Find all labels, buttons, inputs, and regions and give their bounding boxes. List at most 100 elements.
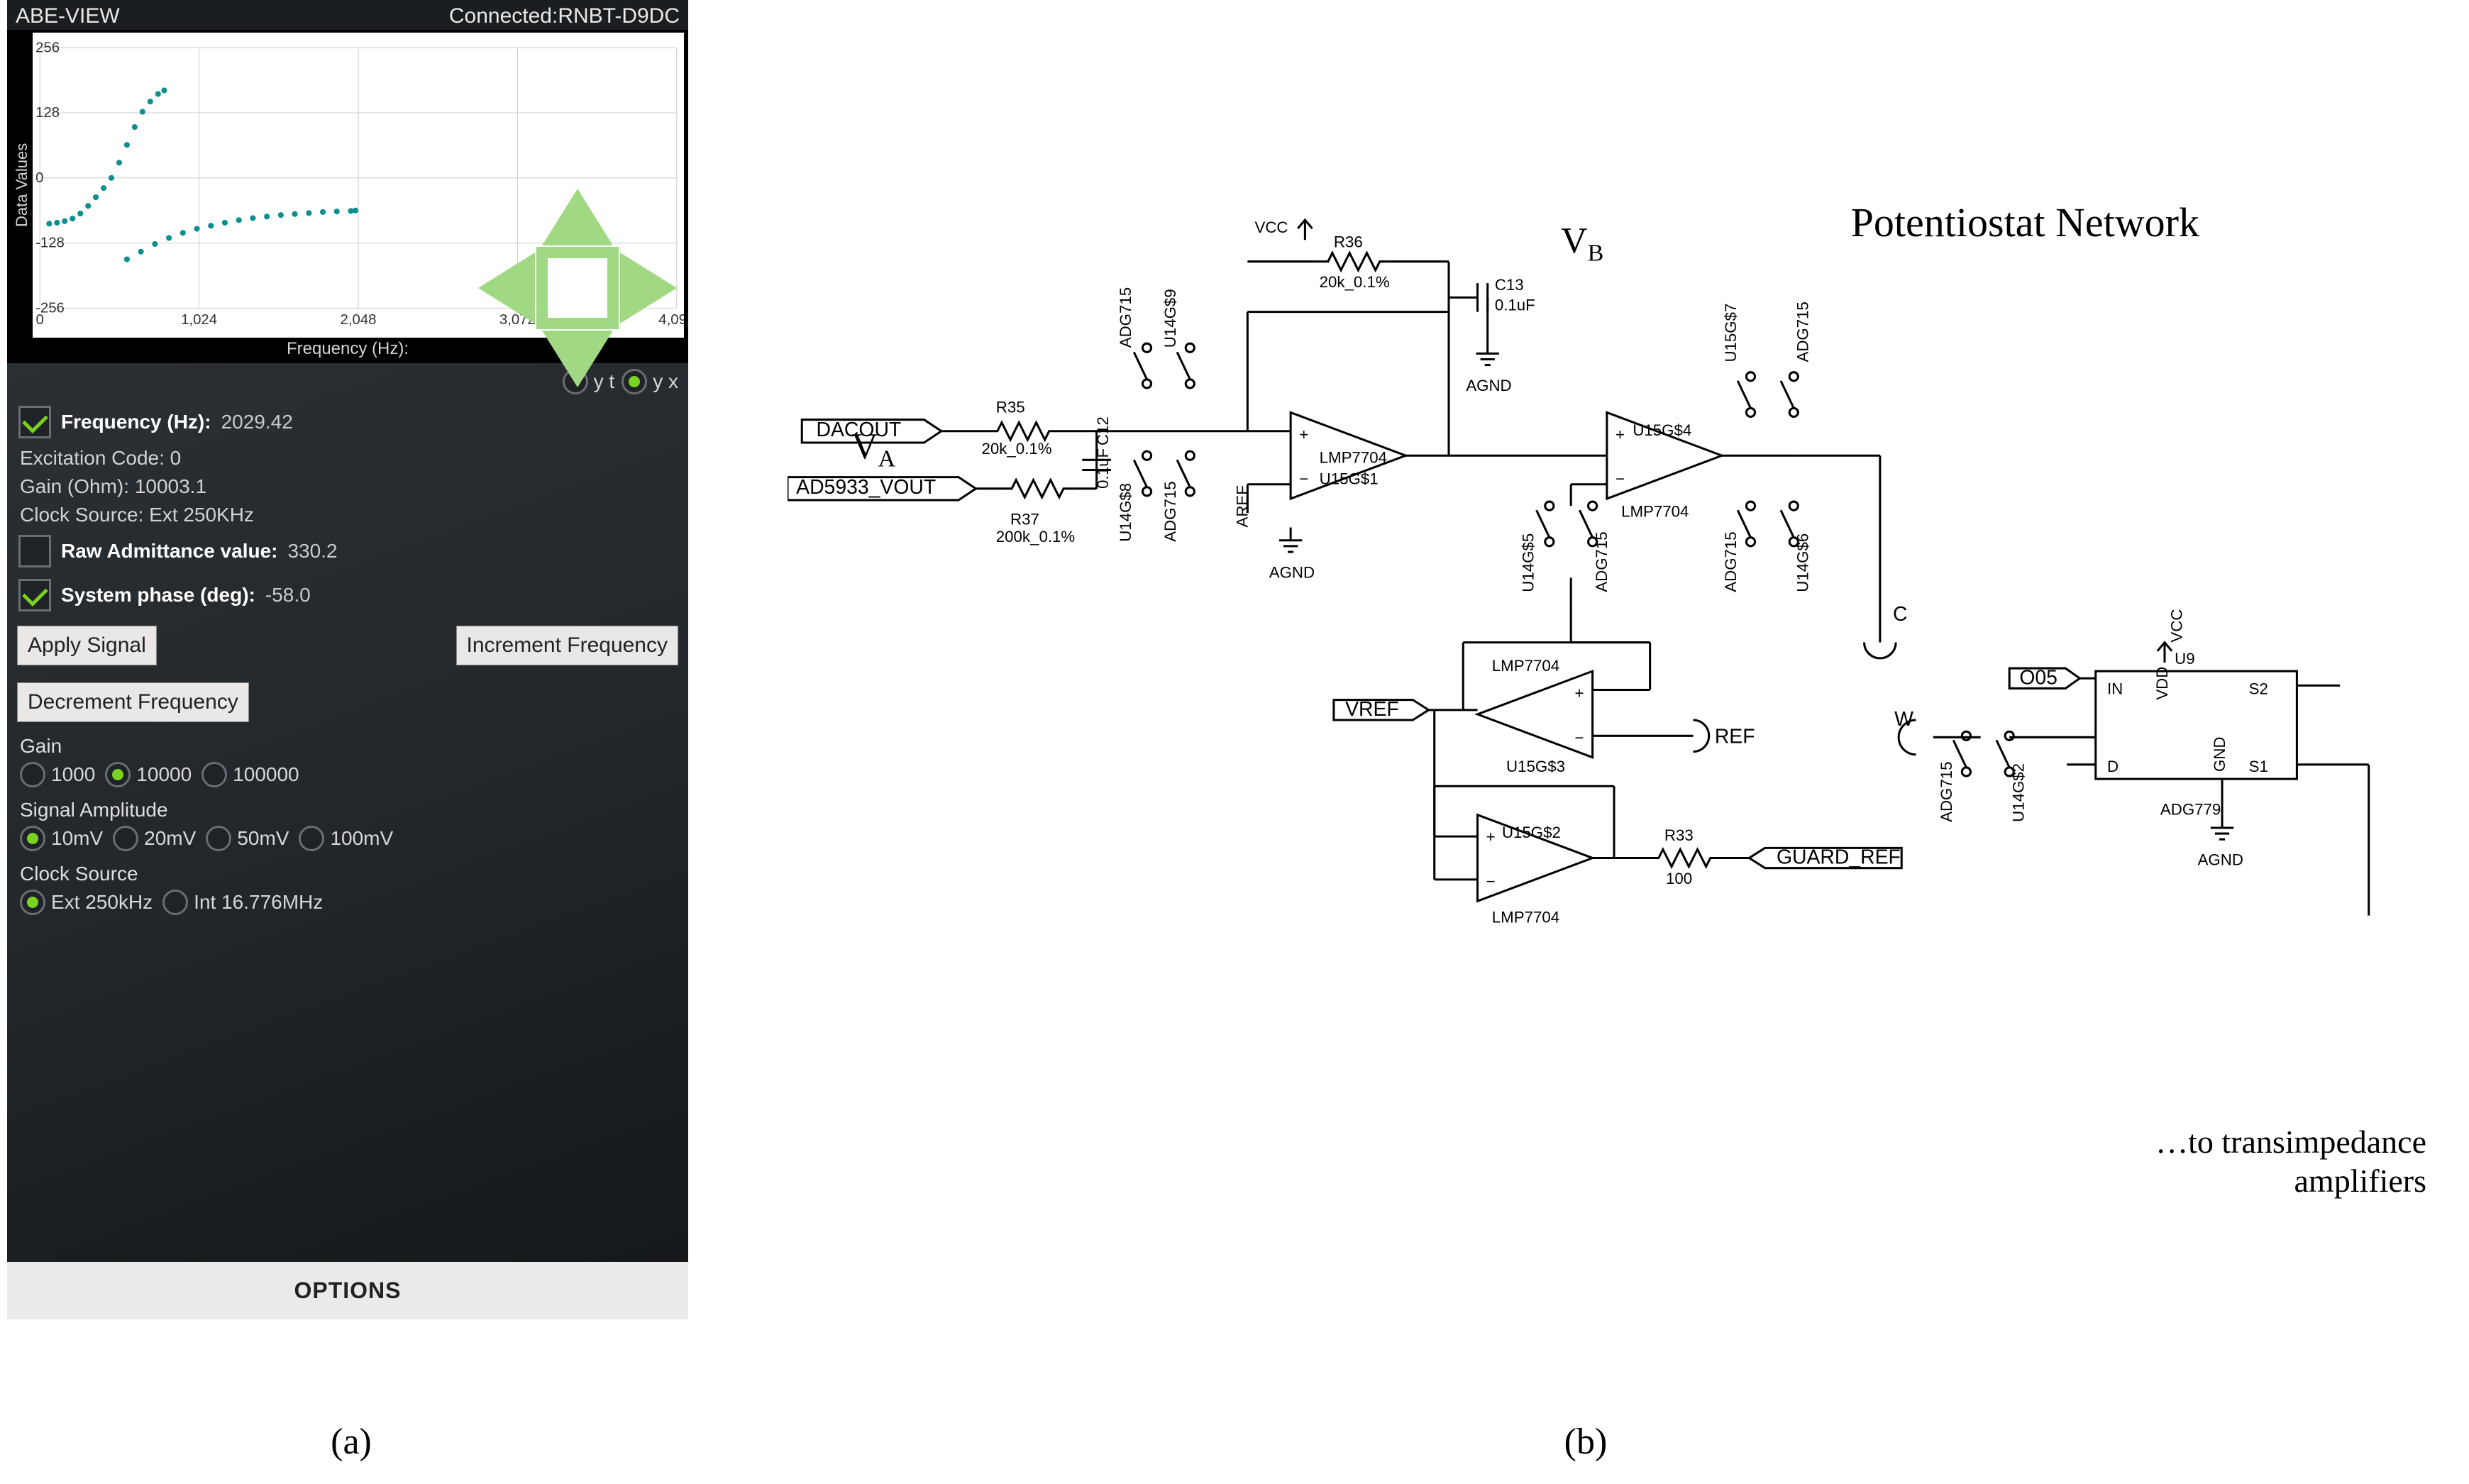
plot-region: Data Values -256-1280128256 01,0242,0483…	[7, 30, 688, 363]
svg-text:0.1uF: 0.1uF	[1094, 448, 1112, 489]
amplitude-section-title: Signal Amplitude	[7, 794, 688, 823]
raw-admittance-label: Raw Admittance value:	[61, 540, 277, 563]
schematic-title: Potentiostat Network	[1851, 199, 2199, 246]
amplitude-options: 10mV 20mV 50mV 100mV	[7, 823, 688, 858]
checkbox-phase[interactable]	[18, 579, 51, 611]
svg-text:GND: GND	[2211, 736, 2228, 771]
y-axis-label: Data Values	[11, 33, 33, 338]
svg-text:-128: -128	[35, 236, 65, 251]
frequency-label: Frequency (Hz):	[61, 411, 211, 433]
frequency-value: 2029.42	[221, 411, 293, 433]
clock-section-title: Clock Source	[7, 858, 688, 887]
svg-text:U14G$2: U14G$2	[2009, 763, 2027, 822]
svg-text:ADG715: ADG715	[1938, 761, 1955, 821]
port-vref: VREF	[1334, 698, 1429, 721]
app-window: ABE-VIEW Connected:RNBT-D9DC Data Values…	[7, 0, 688, 1319]
checkbox-admittance[interactable]	[18, 535, 51, 567]
svg-text:VDD: VDD	[2153, 667, 2171, 700]
excitation-row: Excitation Code: 0	[7, 444, 688, 472]
radio-gain-10000[interactable]: 10000	[105, 762, 192, 787]
gain-section-title: Gain	[7, 731, 688, 759]
decrement-frequency-button[interactable]: Decrement Frequency	[17, 682, 249, 722]
svg-text:U15G$2: U15G$2	[1502, 824, 1561, 841]
port-guard-ref: GUARD_REF	[1749, 846, 1901, 869]
svg-text:20k_0.1%: 20k_0.1%	[1320, 273, 1390, 291]
radio-dot-icon	[162, 890, 188, 915]
svg-text:R37: R37	[1010, 510, 1039, 528]
figure-composite: ABE-VIEW Connected:RNBT-D9DC Data Values…	[0, 0, 2469, 1484]
radio-dot-icon	[20, 762, 45, 787]
subfigure-label-a: (a)	[331, 1421, 372, 1463]
panel-b: Potentiostat Network VA VB .w { stroke:#…	[702, 0, 2469, 1484]
radio-dot-icon	[206, 826, 231, 851]
svg-text:128: 128	[35, 105, 60, 121]
svg-text:O05: O05	[2019, 666, 2058, 689]
svg-text:W: W	[1894, 708, 1913, 731]
raw-admittance-value: 330.2	[287, 540, 337, 563]
radio-gain-1000[interactable]: 1000	[20, 762, 95, 787]
svg-text:ADG779: ADG779	[2160, 801, 2221, 819]
gain-ohm-row: Gain (Ohm): 10003.1	[7, 472, 688, 501]
svg-text:U15G$7: U15G$7	[1722, 304, 1740, 362]
frequency-row: Frequency (Hz): 2029.42	[7, 400, 688, 444]
dpad-navigator[interactable]	[485, 196, 670, 380]
svg-text:U14G$9: U14G$9	[1161, 289, 1179, 348]
options-bar[interactable]: OPTIONS	[7, 1262, 688, 1319]
subfigure-label-b: (b)	[1564, 1421, 1608, 1463]
svg-text:1,024: 1,024	[181, 312, 217, 328]
svg-text:U14G$6: U14G$6	[1794, 533, 1812, 592]
radio-dot-icon	[299, 826, 324, 851]
svg-text:0: 0	[35, 170, 43, 186]
dpad-up-icon[interactable]	[542, 189, 613, 245]
dpad-left-icon[interactable]	[478, 253, 535, 323]
increment-frequency-button[interactable]: Increment Frequency	[456, 626, 678, 665]
dpad-right-icon[interactable]	[620, 253, 677, 323]
svg-text:U15G$1: U15G$1	[1320, 470, 1379, 488]
apply-signal-button[interactable]: Apply Signal	[17, 626, 157, 665]
radio-gain-100000[interactable]: 100000	[201, 762, 299, 787]
port-ad5933-vout: AD5933_VOUT	[788, 476, 976, 500]
system-phase-row: System phase (deg): -58.0	[7, 573, 688, 617]
schematic-svg: .w { stroke:#000; stroke-width:3; fill:n…	[788, 213, 2441, 1115]
svg-text:LMP7704: LMP7704	[1621, 502, 1689, 520]
svg-text:C12: C12	[1094, 416, 1112, 445]
svg-text:REF: REF	[1715, 725, 1755, 748]
app-title: ABE-VIEW	[16, 4, 120, 28]
radio-clk-ext[interactable]: Ext 250kHz	[20, 890, 153, 915]
svg-text:U15G$4: U15G$4	[1633, 421, 1691, 439]
dpad-down-icon[interactable]	[542, 331, 613, 387]
checkbox-frequency[interactable]	[18, 406, 51, 438]
svg-text:VCC: VCC	[1254, 218, 1288, 236]
radio-dot-icon	[20, 890, 45, 915]
radio-amp-50mv[interactable]: 50mV	[206, 826, 289, 851]
raw-admittance-row: Raw Admittance value: 330.2	[7, 529, 688, 573]
svg-text:AGND: AGND	[1269, 563, 1315, 581]
radio-clk-int[interactable]: Int 16.776MHz	[162, 890, 323, 915]
action-row-2: Decrement Frequency	[7, 674, 688, 731]
svg-text:ADG715: ADG715	[1722, 531, 1740, 592]
svg-text:S1: S1	[2249, 758, 2268, 775]
svg-text:U14G$5: U14G$5	[1520, 533, 1537, 592]
clock-options: Ext 250kHz Int 16.776MHz	[7, 887, 688, 922]
title-bar: ABE-VIEW Connected:RNBT-D9DC	[7, 0, 688, 30]
system-phase-label: System phase (deg):	[61, 584, 255, 607]
action-row-1: Apply Signal Increment Frequency	[7, 617, 688, 674]
svg-text:LMP7704: LMP7704	[1320, 448, 1387, 466]
svg-text:0: 0	[36, 312, 44, 328]
radio-amp-100mv[interactable]: 100mV	[299, 826, 393, 851]
svg-text:LMP7704: LMP7704	[1492, 657, 1559, 675]
radio-amp-10mv[interactable]: 10mV	[20, 826, 103, 851]
svg-text:ADG715: ADG715	[1794, 301, 1812, 362]
svg-text:U14G$8: U14G$8	[1117, 483, 1134, 542]
node-va: VA	[851, 426, 895, 472]
svg-text:0.1uF: 0.1uF	[1495, 297, 1535, 314]
schematic-stage: Potentiostat Network VA VB .w { stroke:#…	[788, 213, 2441, 1115]
svg-text:AGND: AGND	[1466, 377, 1511, 394]
radio-amp-20mv[interactable]: 20mV	[113, 826, 196, 851]
dpad-center-icon[interactable]	[536, 247, 619, 329]
radio-dot-icon	[105, 762, 131, 787]
svg-text:100: 100	[1666, 870, 1692, 887]
svg-text:LMP7704: LMP7704	[1492, 909, 1559, 926]
svg-text:ADG715: ADG715	[1117, 287, 1134, 348]
svg-text:R35: R35	[996, 398, 1025, 416]
